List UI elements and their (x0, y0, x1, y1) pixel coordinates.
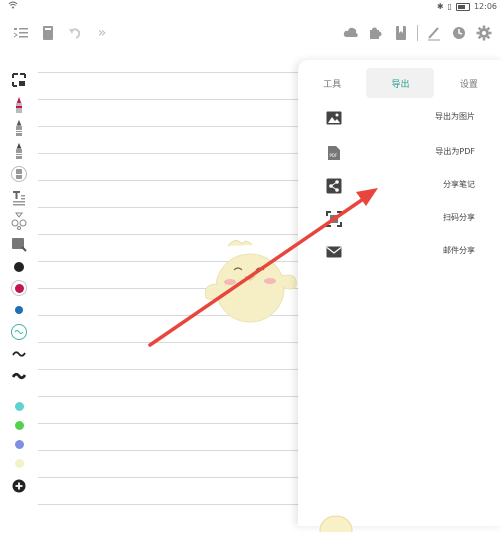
share-icon (326, 178, 342, 194)
toolbar-divider (417, 25, 418, 41)
color-swatch-green[interactable] (8, 415, 30, 435)
tab-tools[interactable]: 工具 (298, 68, 366, 98)
qr-scan-icon (326, 211, 342, 227)
panel-tabs: 工具 导出 设置 (298, 68, 503, 98)
tab-settings[interactable]: 设置 (435, 68, 503, 98)
share-note-item[interactable]: 分享笔记 (298, 171, 503, 201)
export-as-pdf-label: 导出为PDF (435, 147, 475, 156)
stroke-wave-thin-selected[interactable] (8, 322, 30, 342)
eraser-icon[interactable] (8, 164, 30, 184)
timer-icon[interactable] (450, 24, 468, 42)
settings-icon[interactable] (475, 24, 493, 42)
pen-icon[interactable] (425, 24, 443, 42)
scan-to-share-label: 扫码分享 (443, 213, 475, 222)
text-tool-icon[interactable] (8, 188, 30, 208)
image-insert-icon[interactable] (8, 234, 30, 254)
puzzle-icon[interactable] (367, 24, 385, 42)
svg-text:PDF: PDF (330, 153, 338, 158)
email-share-item[interactable]: 邮件分享 (298, 237, 503, 267)
lasso-tool-icon[interactable] (8, 70, 30, 90)
wifi-icon (8, 1, 18, 12)
chick-peek-image (318, 512, 354, 536)
color-swatch-black[interactable] (8, 257, 30, 277)
color-swatch-crimson-selected[interactable] (8, 278, 30, 298)
pencil-icon[interactable] (8, 118, 30, 138)
notebook-icon[interactable] (39, 24, 57, 42)
color-swatch-periwinkle[interactable] (8, 434, 30, 454)
color-swatch-cream[interactable] (8, 453, 30, 473)
marker-pen-icon[interactable] (8, 95, 30, 115)
tab-export[interactable]: 导出 (366, 68, 434, 98)
toc-icon[interactable] (12, 24, 30, 42)
status-bar: ✱ ▯ 12:06 (0, 0, 503, 14)
top-toolbar: » (0, 20, 503, 48)
status-time: 12:06 (473, 2, 497, 11)
scan-to-share-item[interactable]: 扫码分享 (298, 204, 503, 234)
battery-icon (455, 2, 470, 11)
color-swatch-blue[interactable] (8, 300, 30, 320)
bluetooth-icon: ✱ (436, 2, 444, 11)
export-as-image-item[interactable]: 导出为图片 (298, 103, 503, 133)
stroke-wave-thick[interactable] (8, 366, 30, 386)
email-share-label: 邮件分享 (443, 246, 475, 255)
export-side-panel: 工具 导出 设置 导出为图片 PDF 导出为PDF 分享笔记 扫码分享 邮件分享 (298, 60, 503, 526)
cloud-icon[interactable] (342, 24, 360, 42)
color-swatch-cyan[interactable] (8, 396, 30, 416)
image-icon (326, 110, 342, 126)
undo-icon[interactable] (66, 24, 84, 42)
mail-icon (326, 244, 342, 260)
chick-sticker-image (200, 236, 300, 326)
expand-icon[interactable]: » (93, 24, 111, 42)
add-color-icon[interactable] (8, 476, 30, 496)
shapes-tool-icon[interactable] (8, 211, 30, 231)
vibrate-icon: ▯ (447, 2, 452, 11)
brush-pen-icon[interactable] (8, 141, 30, 161)
stroke-wave-medium[interactable] (8, 344, 30, 364)
bookmark-icon[interactable] (392, 24, 410, 42)
pdf-icon: PDF (326, 145, 342, 161)
share-note-label: 分享笔记 (443, 180, 475, 189)
export-as-pdf-item[interactable]: PDF 导出为PDF (298, 138, 503, 168)
export-as-image-label: 导出为图片 (435, 112, 475, 121)
